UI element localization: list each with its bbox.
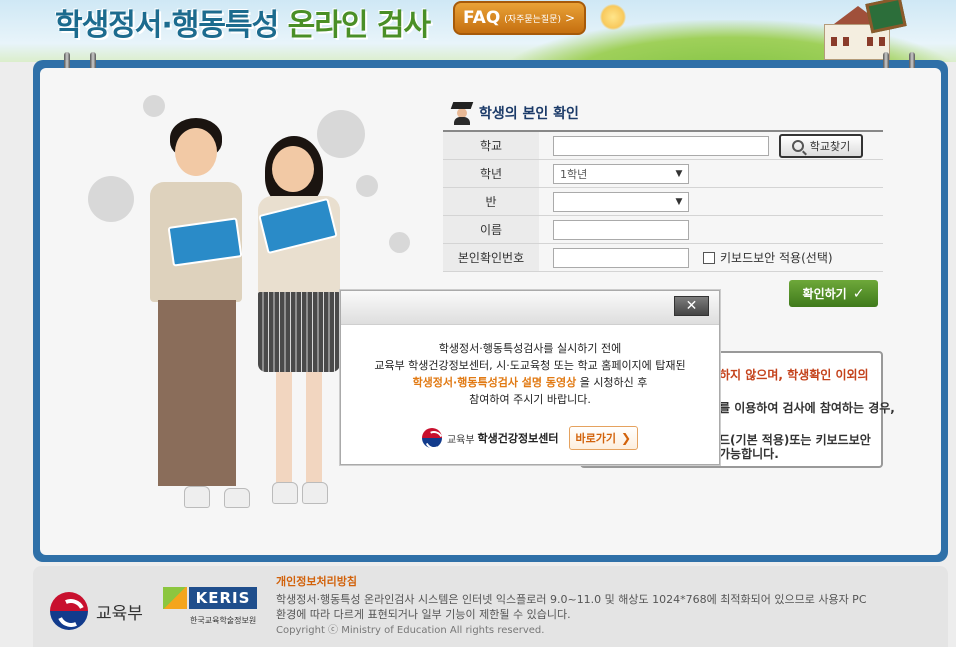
modal-line-2: 교육부 학생건강정보센터, 시·도교육청 또는 학교 홈페이지에 탑재된	[374, 359, 686, 372]
find-school-button[interactable]: 학교찾기	[779, 133, 863, 158]
form-row-school: 학교 학교찾기	[443, 132, 883, 160]
form-row-class: 반 ▼	[443, 188, 883, 216]
find-school-label: 학교찾기	[809, 139, 851, 153]
faq-sub-label: (자주묻는질문)	[504, 14, 561, 25]
site-header: 학생정서·행동특성 온라인 검사 FAQ (자주묻는질문) >	[0, 0, 956, 62]
notice-line-1: 하지 않으며, 학생확인 이외의	[719, 368, 869, 382]
grade-selected-value: 1학년	[560, 167, 588, 181]
form-row-id-number: 본인확인번호 키보드보안 적용(선택)	[443, 244, 883, 272]
notice-line-4: 가능합니다.	[719, 447, 779, 461]
school-label: 학교	[443, 132, 539, 159]
org-bold-label: 학생건강정보센터	[477, 432, 559, 445]
org-small-label: 교육부	[446, 434, 475, 446]
search-icon	[791, 139, 804, 152]
identity-check-form: 학생의 본인 확인 학교 학교찾기 학년 1학년 ▼ 반 ▼ 이름 본인확인번호…	[443, 98, 883, 272]
modal-line-3: 학생정서·행동특성검사 설명 동영상 을 시청하신 후	[341, 374, 719, 391]
moe-name: 교육부	[96, 603, 143, 624]
class-label: 반	[443, 188, 539, 215]
header-sun-decoration	[600, 4, 626, 30]
confirm-label: 확인하기	[802, 287, 847, 301]
students-illustration	[130, 116, 370, 516]
graduate-student-icon	[450, 102, 474, 125]
taegeuk-logo-icon	[50, 592, 88, 630]
modal-line-1: 학생정서·행동특성검사를 실시하기 전에	[438, 342, 622, 355]
keyboard-security-label: 키보드보안 적용(선택)	[720, 251, 833, 265]
modal-body: 학생정서·행동특성검사를 실시하기 전에 교육부 학생건강정보센터, 시·도교육…	[341, 325, 719, 450]
form-title: 학생의 본인 확인	[479, 106, 579, 122]
keris-subtitle: 한국교육학술정보원	[190, 616, 257, 625]
decorative-circle	[88, 176, 134, 222]
modal-titlebar: ✕	[341, 291, 719, 325]
class-select[interactable]: ▼	[553, 191, 689, 212]
copyright-text: Copyright ⓒ Ministry of Education All ri…	[276, 625, 545, 636]
id-number-label: 본인확인번호	[443, 244, 539, 271]
notice-line-2: 를 이용하여 검사에 참여하는 경우,	[719, 401, 895, 415]
form-row-name: 이름	[443, 216, 883, 244]
id-number-input[interactable]	[553, 247, 689, 268]
confirm-button[interactable]: 확인하기 ✓	[789, 280, 878, 307]
modal-line-4: 참여하여 주시기 바랍니다.	[469, 393, 591, 406]
close-button[interactable]: ✕	[674, 296, 709, 316]
keris-name: KERIS	[189, 587, 257, 609]
grade-select[interactable]: 1학년 ▼	[553, 163, 689, 184]
ministry-of-education-logo: 교육부	[50, 592, 143, 630]
site-title-part2: 온라인 검사	[287, 8, 431, 43]
form-table: 학교 학교찾기 학년 1학년 ▼ 반 ▼ 이름 본인확인번호 키보드보안 적용(…	[443, 130, 883, 272]
decorative-circle	[143, 95, 165, 117]
faq-button[interactable]: FAQ (자주묻는질문) >	[453, 1, 586, 35]
go-button[interactable]: 바로가기 ❯	[568, 426, 639, 450]
checkbox-icon	[703, 251, 715, 264]
chevron-down-icon: ▼	[675, 168, 683, 179]
grade-label: 학년	[443, 160, 539, 187]
chevron-right-icon: ❯	[621, 431, 632, 445]
school-input[interactable]	[553, 135, 769, 156]
site-title-part1: 학생정서·행동특성	[55, 8, 279, 43]
keris-logo: KERIS 한국교육학술정보원	[163, 587, 257, 627]
faq-label: FAQ	[463, 8, 501, 28]
decorative-circle	[389, 232, 410, 253]
name-input[interactable]	[553, 219, 689, 240]
chevron-down-icon: ▼	[675, 196, 683, 207]
site-title[interactable]: 학생정서·행동특성 온라인 검사	[55, 0, 431, 44]
privacy-policy-link[interactable]: 개인정보처리방침	[276, 573, 357, 589]
video-notice-modal: ✕ 학생정서·행동특성검사를 실시하기 전에 교육부 학생건강정보센터, 시·도…	[340, 290, 720, 465]
name-label: 이름	[443, 216, 539, 243]
modal-footer: 교육부 학생건강정보센터 바로가기 ❯	[341, 426, 719, 450]
close-icon: ✕	[685, 298, 698, 314]
form-row-grade: 학년 1학년 ▼	[443, 160, 883, 188]
taegeuk-logo-icon	[421, 428, 442, 448]
footer-info-line-1: 학생정서·행동특성 온라인검사 시스템은 인터넷 익스플로러 9.0~11.0 …	[276, 593, 867, 606]
go-label: 바로가기	[575, 432, 616, 445]
keyboard-security-checkbox[interactable]: 키보드보안 적용(선택)	[703, 249, 833, 266]
form-title-row: 학생의 본인 확인	[443, 98, 883, 128]
chevron-right-icon: >	[564, 11, 576, 25]
modal-line-3-rest: 을 시청하신 후	[576, 376, 648, 389]
footer-info-line-2: 환경에 따라 다르게 표현되거나 일부 기능이 제한될 수 있습니다.	[276, 608, 571, 621]
checkmark-icon: ✓	[852, 285, 865, 302]
video-link-text[interactable]: 학생정서·행동특성검사 설명 동영상	[413, 376, 577, 389]
keris-mark-icon	[163, 587, 187, 609]
